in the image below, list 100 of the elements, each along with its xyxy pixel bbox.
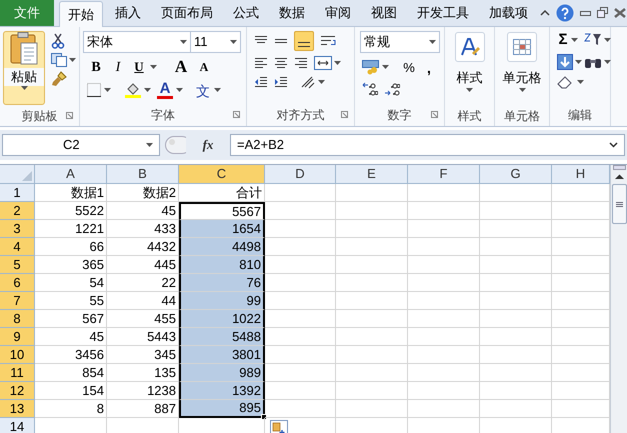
decrease-decimal-icon[interactable]: [384, 81, 400, 97]
ribbon-tab[interactable]: 公式: [225, 0, 267, 26]
restore-icon[interactable]: [597, 7, 608, 18]
chevron-up-icon[interactable]: [540, 9, 550, 16]
number-format-field[interactable]: 常规: [360, 31, 440, 53]
caret-icon[interactable]: [146, 143, 153, 147]
row-header[interactable]: 5: [0, 256, 35, 274]
dialog-launcher-icon[interactable]: [431, 111, 438, 118]
sort-filter-icon[interactable]: [584, 32, 602, 48]
caret-icon[interactable]: [604, 60, 611, 64]
ribbon-tab[interactable]: 开发工具: [409, 0, 477, 26]
increase-decimal-icon[interactable]: [362, 81, 378, 97]
ribbon-tab[interactable]: 页面布局: [153, 0, 221, 26]
file-tab[interactable]: 文件: [0, 0, 54, 26]
increase-indent-icon[interactable]: [274, 75, 288, 89]
ribbon-tab[interactable]: 视图: [363, 0, 405, 26]
underline-button[interactable]: U: [131, 57, 147, 77]
caret-icon[interactable]: [318, 80, 325, 84]
fill-down-icon[interactable]: [557, 54, 573, 70]
text-orientation-icon[interactable]: [300, 75, 316, 89]
column-header[interactable]: F: [408, 165, 480, 184]
caret-icon[interactable]: [429, 40, 436, 44]
ribbon-tab[interactable]: 加载项: [481, 0, 536, 26]
column-header[interactable]: C: [179, 165, 265, 184]
font-name-field[interactable]: 宋体: [83, 31, 191, 53]
ribbon-tab[interactable]: 数据: [271, 0, 313, 26]
phonetic-button[interactable]: 文: [195, 81, 211, 99]
comma-button[interactable]: ,: [423, 58, 435, 76]
decrease-indent-icon[interactable]: [254, 75, 268, 89]
column-header[interactable]: H: [552, 165, 610, 184]
name-box[interactable]: C2: [2, 134, 160, 156]
fill-color-icon[interactable]: [125, 82, 141, 98]
ribbon-tab[interactable]: 开始: [59, 1, 103, 27]
paste-options-icon[interactable]: [270, 420, 288, 433]
styles-button[interactable]: 样式: [448, 31, 491, 105]
splitter-handle-icon[interactable]: [162, 135, 186, 155]
italic-button[interactable]: I: [109, 57, 127, 77]
row-header[interactable]: 3: [0, 220, 35, 238]
row-header[interactable]: 2: [0, 202, 35, 220]
row-header[interactable]: 11: [0, 364, 35, 382]
dialog-launcher-icon[interactable]: [233, 111, 240, 118]
help-icon[interactable]: [556, 4, 574, 22]
chevron-down-icon[interactable]: [609, 142, 618, 148]
row-header[interactable]: 13: [0, 400, 35, 418]
align-bottom-button[interactable]: [294, 31, 314, 51]
close-icon[interactable]: [614, 8, 626, 18]
paintbrush-icon[interactable]: [51, 71, 67, 87]
caret-icon[interactable]: [176, 88, 183, 92]
formula-field[interactable]: =A2+B2: [230, 134, 625, 156]
column-header[interactable]: G: [480, 165, 552, 184]
caret-icon[interactable]: [144, 88, 151, 92]
align-right-icon[interactable]: [294, 56, 308, 70]
row-header[interactable]: 9: [0, 328, 35, 346]
dialog-launcher-icon[interactable]: [341, 111, 348, 118]
borders-icon[interactable]: [87, 83, 101, 97]
decrease-font-button[interactable]: A: [195, 57, 213, 77]
minimize-icon[interactable]: [580, 8, 591, 16]
column-header[interactable]: E: [336, 165, 408, 184]
caret-icon[interactable]: [382, 65, 389, 69]
row-header[interactable]: 14: [0, 418, 35, 433]
caret-icon[interactable]: [69, 58, 76, 62]
caret-icon[interactable]: [577, 80, 584, 84]
row-header[interactable]: 12: [0, 382, 35, 400]
row-header[interactable]: 8: [0, 310, 35, 328]
row-header[interactable]: 7: [0, 292, 35, 310]
currency-icon[interactable]: [362, 59, 380, 75]
merge-cells-icon[interactable]: [314, 56, 332, 70]
autosum-button[interactable]: Σ: [557, 31, 569, 49]
percent-button[interactable]: %: [401, 58, 417, 76]
wrap-text-icon[interactable]: [320, 34, 338, 48]
caret-icon[interactable]: [518, 88, 526, 92]
row-header[interactable]: 4: [0, 238, 35, 256]
row-header[interactable]: 10: [0, 346, 35, 364]
scrollbar-thumb[interactable]: [612, 184, 626, 224]
insert-function-button[interactable]: fx: [188, 134, 228, 156]
bold-button[interactable]: B: [87, 57, 105, 77]
increase-font-button[interactable]: A: [171, 57, 191, 77]
row-header[interactable]: 6: [0, 274, 35, 292]
paste-button[interactable]: 粘贴: [3, 31, 45, 105]
caret-icon[interactable]: [104, 88, 111, 92]
align-center-icon[interactable]: [274, 56, 288, 70]
ribbon-tab[interactable]: 审阅: [317, 0, 359, 26]
caret-icon[interactable]: [214, 88, 221, 92]
scissors-icon[interactable]: [51, 33, 65, 49]
column-header[interactable]: B: [107, 165, 179, 184]
copy-icon[interactable]: [51, 53, 67, 67]
caret-icon[interactable]: [230, 40, 237, 44]
font-size-field[interactable]: 11: [191, 31, 241, 53]
row-header[interactable]: 1: [0, 184, 35, 202]
caret-icon[interactable]: [334, 61, 341, 65]
column-header[interactable]: A: [35, 165, 107, 184]
caret-icon[interactable]: [604, 38, 611, 42]
font-color-button[interactable]: A: [157, 81, 173, 99]
cells-button[interactable]: 单元格: [500, 31, 544, 105]
caret-icon[interactable]: [466, 88, 473, 92]
caret-icon[interactable]: [180, 40, 187, 44]
ribbon-tab[interactable]: 插入: [107, 0, 149, 26]
caret-icon[interactable]: [571, 38, 578, 42]
caret-icon[interactable]: [575, 60, 582, 64]
align-left-icon[interactable]: [254, 56, 268, 70]
